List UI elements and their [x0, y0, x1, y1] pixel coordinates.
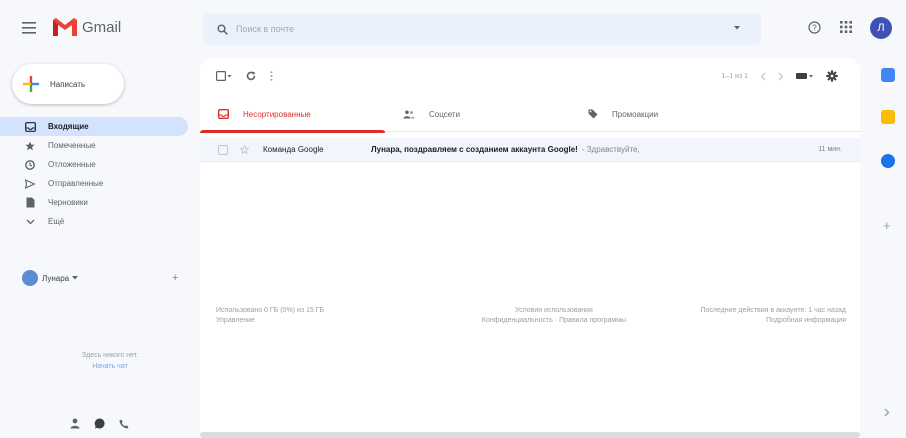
account-activity: Последние действия в аккаунте: 1 час наз… — [636, 306, 846, 326]
chat-bubble-icon[interactable] — [94, 418, 105, 429]
sidebar-item-more[interactable]: Ещё — [0, 212, 190, 231]
category-tabs: Несортированные Соцсети Промоакции — [200, 96, 860, 133]
gmail-m-icon — [52, 17, 78, 37]
chevron-left-icon[interactable] — [760, 72, 766, 81]
tag-icon — [588, 109, 598, 119]
hangouts-dropdown-icon[interactable] — [72, 276, 79, 280]
inbox-icon — [24, 121, 36, 132]
mail-row-checkbox[interactable] — [218, 144, 228, 155]
input-tools-icon[interactable] — [796, 72, 814, 80]
hangouts-add-icon[interactable]: + — [172, 272, 178, 284]
draft-icon — [24, 197, 36, 208]
storage-manage-link[interactable]: Управление — [216, 316, 396, 326]
select-all-checkbox[interactable] — [216, 71, 232, 81]
sidebar-item-sent[interactable]: Отправленные — [0, 174, 190, 193]
sidebar-item-drafts[interactable]: Черновики — [0, 193, 190, 212]
mail-time: 11 мин. — [818, 146, 842, 153]
hangouts-avatar-icon — [22, 270, 38, 286]
apps-grid-icon[interactable] — [840, 21, 852, 33]
settings-gear-icon[interactable] — [826, 70, 838, 82]
compose-plus-icon — [22, 75, 40, 93]
pagination-text: 1–1 из 1 — [721, 72, 748, 80]
hangouts-empty-text: Здесь никого нет. — [81, 352, 139, 359]
compose-button[interactable]: Написать — [12, 64, 124, 104]
chevron-down-icon — [24, 219, 36, 225]
tab-label: Несортированные — [243, 109, 311, 119]
sidebar-item-starred[interactable]: Помеченные — [0, 136, 190, 155]
side-panel-toggle-icon[interactable] — [884, 408, 890, 417]
privacy-link[interactable]: Конфиденциальность · Правила программы — [464, 316, 644, 326]
tab-label: Промоакции — [612, 109, 659, 119]
horizontal-scrollbar[interactable] — [200, 432, 860, 438]
mail-toolbar — [216, 66, 273, 86]
hangouts-user-name: Лунара — [42, 273, 70, 283]
inbox-tab-icon — [218, 109, 229, 119]
sidebar-item-label: Помеченные — [48, 141, 96, 150]
storage-usage-text: Использовано 0 ГБ (0%) из 15 ГБ — [216, 307, 325, 314]
sidebar-item-snoozed[interactable]: Отложенные — [0, 155, 190, 174]
storage-info: Использовано 0 ГБ (0%) из 15 ГБ Управлен… — [216, 306, 396, 326]
people-icon — [403, 110, 415, 119]
account-avatar[interactable]: Л — [870, 17, 892, 39]
search-input[interactable] — [236, 24, 716, 34]
tab-primary[interactable]: Несортированные — [200, 96, 385, 133]
sidebar-item-label: Черновики — [48, 198, 88, 207]
mail-snippet: - Здравствуйте, — [581, 145, 640, 154]
mail-row[interactable]: Команда Google Лунара, поздравляем с соз… — [200, 138, 860, 162]
search-icon[interactable] — [217, 24, 228, 35]
hangouts-user[interactable]: Лунара + — [22, 270, 182, 286]
mail-panel: 1–1 из 1 Несортированные Соцсети Промоак… — [200, 58, 860, 438]
main-menu-icon[interactable] — [22, 22, 36, 34]
sidebar-item-label: Входящие — [48, 122, 89, 131]
sidebar-item-label: Ещё — [48, 217, 65, 226]
tab-label: Соцсети — [429, 109, 461, 119]
gmail-logo-text: Gmail — [82, 18, 122, 36]
sidebar-nav: Входящие Помеченные Отложенные Отправлен… — [0, 117, 190, 231]
sidebar-item-label: Отложенные — [48, 160, 96, 169]
chevron-right-icon[interactable] — [778, 72, 784, 81]
sidebar-item-label: Отправленные — [48, 179, 104, 188]
footer-links: Условия использования Конфиденциальность… — [464, 306, 644, 326]
phone-icon[interactable] — [119, 419, 129, 429]
calendar-icon[interactable] — [881, 68, 895, 82]
tab-promotions[interactable]: Промоакции — [570, 96, 755, 132]
search-bar[interactable] — [203, 13, 761, 45]
last-activity-text: Последние действия в аккаунте: 1 час наз… — [700, 307, 846, 314]
mail-subject: Лунара, поздравляем с созданием аккаунта… — [371, 145, 578, 154]
terms-link[interactable]: Условия использования — [464, 306, 644, 316]
top-header: Gmail ? Л — [0, 0, 906, 56]
clock-icon — [24, 159, 36, 170]
search-options-icon[interactable] — [733, 25, 741, 31]
compose-label: Написать — [50, 79, 86, 89]
help-icon[interactable]: ? — [808, 21, 821, 34]
send-icon — [24, 178, 36, 189]
tab-social[interactable]: Соцсети — [385, 96, 570, 132]
hangouts-empty-state: Здесь никого нет. Начать чат — [40, 350, 180, 372]
gmail-logo[interactable]: Gmail — [52, 17, 121, 37]
star-icon — [24, 141, 36, 151]
more-vert-icon[interactable] — [270, 71, 273, 81]
keep-icon[interactable] — [881, 110, 895, 124]
hangouts-bottom-bar — [70, 418, 129, 429]
sidebar-item-inbox[interactable]: Входящие — [0, 117, 188, 136]
mail-star-icon[interactable] — [240, 145, 249, 154]
tasks-icon[interactable] — [881, 154, 895, 168]
side-panel: + — [870, 58, 906, 438]
add-addon-icon[interactable]: + — [883, 218, 891, 233]
refresh-icon[interactable] — [246, 71, 256, 81]
mail-sender: Команда Google — [263, 145, 324, 154]
person-icon[interactable] — [70, 418, 80, 429]
start-chat-link[interactable]: Начать чат — [92, 363, 128, 370]
activity-details-link[interactable]: Подробная информация — [636, 316, 846, 326]
svg-text:?: ? — [812, 24, 817, 33]
toolbar-right: 1–1 из 1 — [721, 66, 838, 86]
